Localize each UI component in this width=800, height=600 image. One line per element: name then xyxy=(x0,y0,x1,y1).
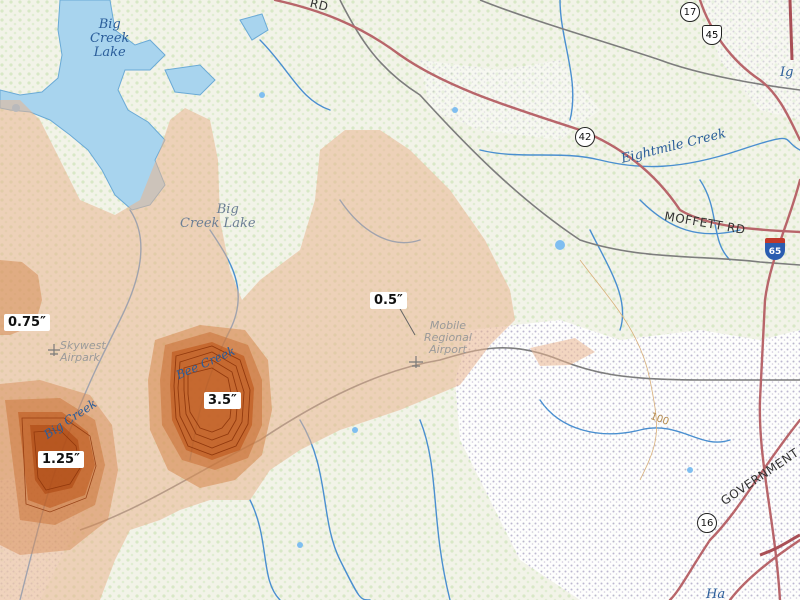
big-creek-lake-label-2: Big Creek Lake xyxy=(180,203,256,231)
label-line: Big xyxy=(98,17,121,32)
road-label-partial-ig: Ig xyxy=(780,65,794,80)
skywest-airpark-label: Skywest Airpark xyxy=(60,340,106,364)
label-line: Creek xyxy=(90,31,130,46)
label-line: Airpark xyxy=(60,351,100,364)
precip-value-label[interactable]: 1.25″ xyxy=(38,451,84,468)
big-creek-lake-label: Big Creek Lake xyxy=(90,18,129,60)
precip-value-label[interactable]: 3.5″ xyxy=(204,392,241,409)
label-line: Airport xyxy=(429,343,467,356)
label-line: Creek Lake xyxy=(180,216,256,231)
route-16-shield: 16 xyxy=(697,513,717,533)
label-line: Lake xyxy=(93,45,126,60)
precip-value-label[interactable]: 0.5″ xyxy=(370,292,407,309)
map-view[interactable]: Big Creek Lake Big Creek Lake Eightmile … xyxy=(0,0,800,600)
us-45-shield: 45 xyxy=(702,25,722,45)
label-line: Big xyxy=(216,202,239,217)
road-label-partial-ha: Ha xyxy=(706,587,726,600)
interstate-65-shield: 65 xyxy=(765,238,785,260)
mobile-regional-airport-label: Mobile Regional Airport xyxy=(424,320,472,356)
route-42-shield: 42 xyxy=(575,127,595,147)
precip-value-label[interactable]: 0.75″ xyxy=(4,314,50,331)
route-17-shield: 17 xyxy=(680,2,700,22)
